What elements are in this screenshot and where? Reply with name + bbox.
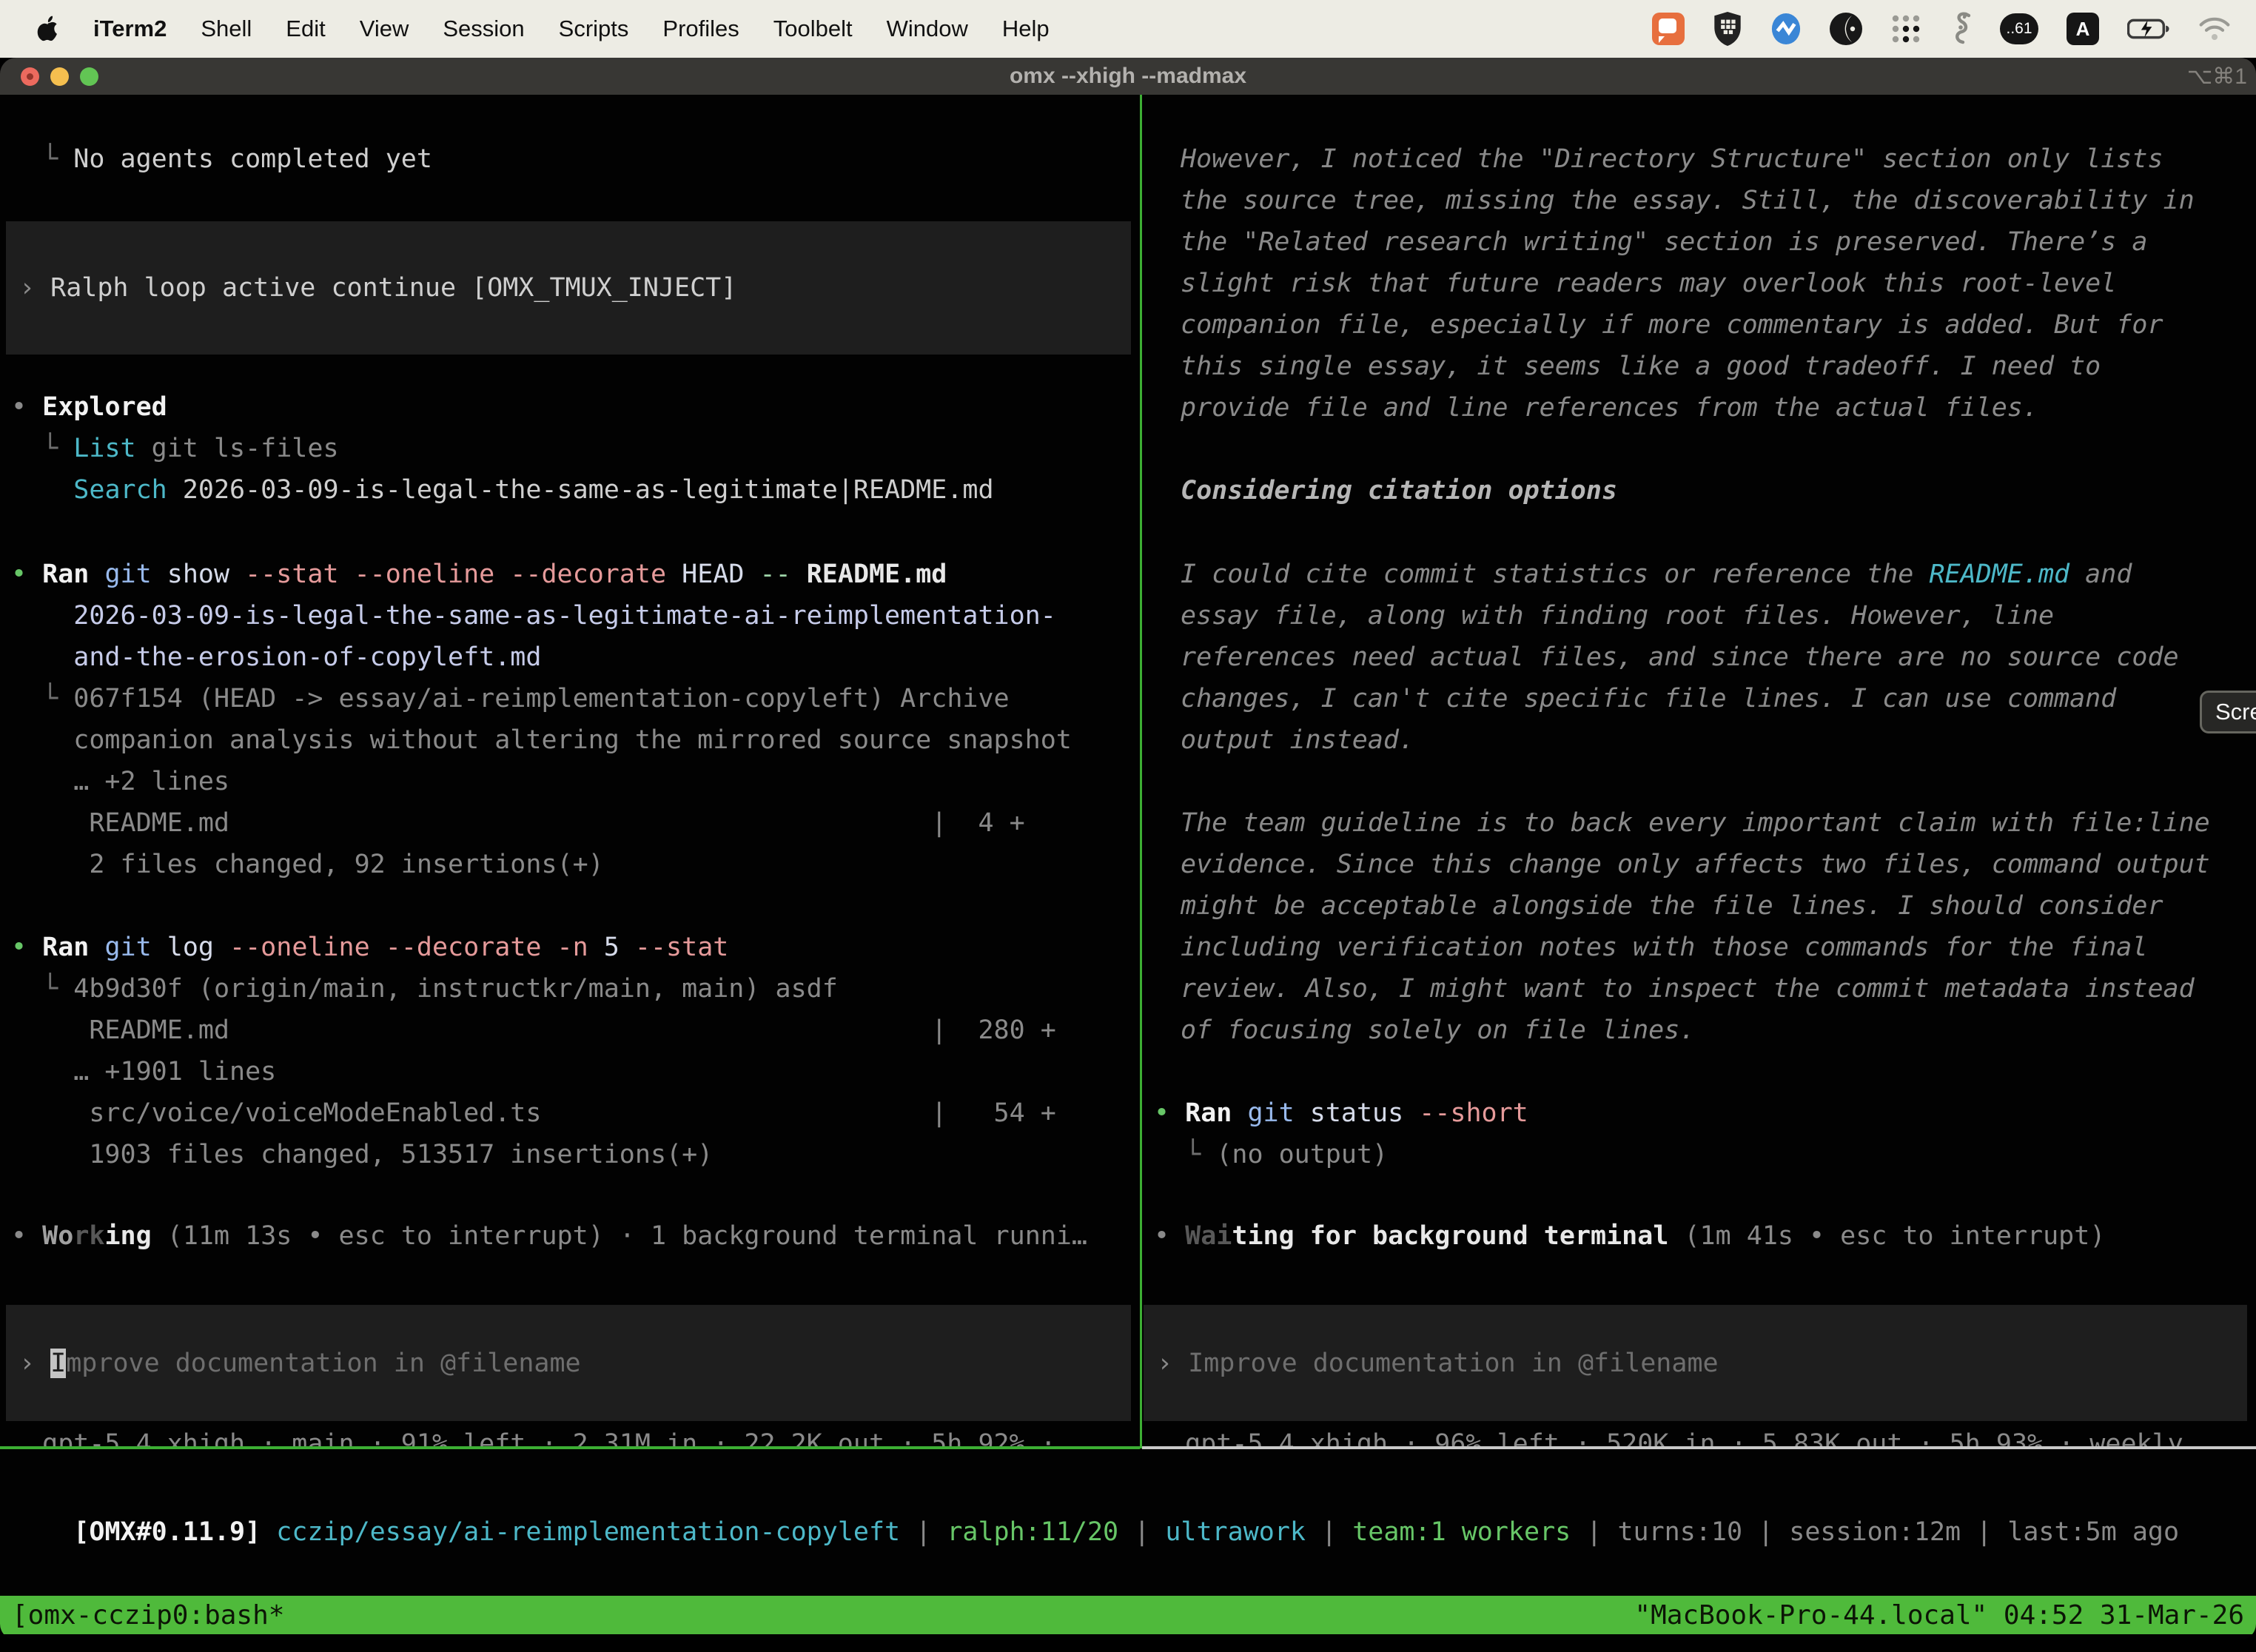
git-status-block: • Ran git status --short └ (no output) — [1154, 1092, 2252, 1175]
omx-turns: turns:10 — [1617, 1517, 1742, 1547]
readme-link[interactable]: README.md — [1929, 560, 2069, 589]
iterm-window: omx --xhigh --madmax ⌥⌘1 └ No agents com… — [0, 58, 2256, 1640]
working-status-line: • Working (11m 13s • esc to interrupt) ·… — [11, 1215, 1135, 1257]
dots-grid-icon[interactable] — [1890, 13, 1921, 44]
menu-item-session[interactable]: Session — [443, 16, 524, 42]
menu-status-icons: ..61 A — [1652, 11, 2256, 47]
git-show-output-3: … +2 lines — [11, 761, 1135, 802]
right-model-status-line: gpt-5.4 xhigh · 96% left · 520K in · 5.8… — [1154, 1423, 2252, 1446]
git-log-stat-2: src/voice/voiceModeEnabled.ts | 54 + — [11, 1092, 1135, 1134]
menu-item-help[interactable]: Help — [1002, 16, 1050, 42]
reasoning-paragraph-2: I could cite commit statistics or refere… — [1181, 554, 2252, 761]
crescent-app-icon[interactable] — [1830, 13, 1862, 45]
left-pane-bottom-border — [0, 1446, 1140, 1449]
explored-search-line: Search 2026-03-09-is-legal-the-same-as-l… — [11, 469, 1135, 511]
git-show-output-2: companion analysis without altering the … — [11, 719, 1135, 761]
reasoning-paragraph-3: The team guideline is to back every impo… — [1181, 802, 2252, 1051]
omx-last: last:5m ago — [2007, 1517, 2179, 1547]
window-title: omx --xhigh --madmax — [0, 58, 2256, 95]
git-log-output-2: … +1901 lines — [11, 1051, 1135, 1092]
git-status-output: └ (no output) — [1154, 1134, 2252, 1175]
git-show-block: • Ran git show --stat --oneline --decora… — [11, 554, 1135, 885]
menu-item-scripts[interactable]: Scripts — [559, 16, 629, 42]
shield-grid-icon[interactable] — [1713, 12, 1742, 46]
menu-item-shell[interactable]: Shell — [201, 16, 252, 42]
git-log-command: • Ran git log --oneline --decorate -n 5 … — [11, 927, 1135, 968]
right-terminal-pane[interactable]: However, I noticed the "Directory Struct… — [1142, 95, 2256, 1446]
menu-item-app[interactable]: iTerm2 — [93, 16, 167, 42]
git-show-command: • Ran git show --stat --oneline --decora… — [11, 554, 1135, 595]
dragon-icon[interactable] — [1950, 11, 1972, 47]
explored-block: • Explored └ List git ls-files Search 20… — [11, 386, 1135, 511]
git-show-filename-2: and-the-erosion-of-copyleft.md — [11, 637, 1135, 678]
agents-status-line: └ No agents completed yet — [11, 138, 1135, 180]
right-pane-bottom-border — [1142, 1446, 2256, 1449]
window-shortcut-label: ⌥⌘1 — [2187, 58, 2247, 95]
window-title-bar[interactable]: omx --xhigh --madmax ⌥⌘1 — [0, 58, 2256, 95]
git-status-command: • Ran git status --short — [1154, 1092, 2252, 1134]
git-show-output-1: └ 067f154 (HEAD -> essay/ai-reimplementa… — [11, 678, 1135, 719]
chat-app-icon[interactable] — [1652, 13, 1685, 45]
wifi-icon[interactable] — [2198, 16, 2231, 41]
menu-item-toolbelt[interactable]: Toolbelt — [773, 16, 853, 42]
omx-ralph-counter: ralph:11/20 — [947, 1517, 1118, 1547]
battery-icon[interactable] — [2127, 18, 2170, 40]
screenshot-overlay-button[interactable]: Scre — [2200, 691, 2256, 733]
apple-icon[interactable] — [37, 16, 59, 42]
sync-badge-icon[interactable] — [1770, 13, 1802, 45]
left-terminal-pane[interactable]: └ No agents completed yet › Ralph loop a… — [0, 95, 1140, 1446]
reasoning-paragraph-1: However, I noticed the "Directory Struct… — [1181, 138, 2252, 429]
timer-badge-icon[interactable]: ..61 — [2000, 13, 2038, 44]
tmux-status-bar: [omx-cczip0:bash* "MacBook-Pro-44.local"… — [0, 1596, 2256, 1634]
pane-divider[interactable] — [1140, 95, 1142, 1448]
git-log-output-1: └ 4b9d30f (origin/main, instructkr/main,… — [11, 968, 1135, 1010]
omx-session: session:12m — [1789, 1517, 1961, 1547]
left-prompt-box[interactable]: › Improve documentation in @filename — [6, 1305, 1131, 1421]
omx-mode: ultrawork — [1165, 1517, 1306, 1547]
right-prompt-input: › Improve documentation in @filename — [1157, 1343, 1719, 1384]
git-log-stat-1: README.md | 280 + — [11, 1010, 1135, 1051]
git-show-stat-2: 2 files changed, 92 insertions(+) — [11, 844, 1135, 885]
input-source-icon[interactable]: A — [2067, 13, 2099, 45]
menu-item-window[interactable]: Window — [887, 16, 968, 42]
git-log-block: • Ran git log --oneline --decorate -n 5 … — [11, 927, 1135, 1175]
omx-team: team:1 workers — [1352, 1517, 1571, 1547]
git-show-stat-1: README.md | 4 + — [11, 802, 1135, 844]
text-cursor: I — [50, 1349, 66, 1378]
omx-status-line: [OMX#0.11.9] cczip/essay/ai-reimplementa… — [11, 1470, 2179, 1594]
menu-item-edit[interactable]: Edit — [286, 16, 325, 42]
menu-item-profiles[interactable]: Profiles — [662, 16, 739, 42]
menu-items: iTerm2 Shell Edit View Session Scripts P… — [0, 16, 1050, 42]
git-log-stat-3: 1903 files changed, 513517 insertions(+) — [11, 1134, 1135, 1175]
tmux-session-label[interactable]: [omx-cczip0:bash* — [12, 1600, 284, 1631]
waiting-status-line: • Waiting for background terminal (1m 41… — [1154, 1215, 2252, 1257]
right-prompt-box[interactable]: › Improve documentation in @filename — [1144, 1305, 2247, 1421]
explored-list-line: └ List git ls-files — [11, 428, 1135, 469]
ralph-loop-banner: › Ralph loop active continue [OMX_TMUX_I… — [6, 221, 1131, 355]
tmux-host-clock: "MacBook-Pro-44.local" 04:52 31-Mar-26 — [1634, 1600, 2244, 1631]
omx-branch-path: cczip/essay/ai-reimplementation-copyleft — [276, 1517, 900, 1547]
git-show-filename-1: 2026-03-09-is-legal-the-same-as-legitima… — [11, 595, 1135, 637]
left-model-status-line: gpt-5.4 xhigh · main · 91% left · 2.31M … — [11, 1423, 1135, 1446]
reasoning-heading: Considering citation options — [1181, 470, 2252, 511]
menu-item-view[interactable]: View — [360, 16, 409, 42]
explored-header: • Explored — [11, 386, 1135, 428]
menu-bar: iTerm2 Shell Edit View Session Scripts P… — [0, 0, 2256, 58]
omx-version: [OMX#0.11.9] — [73, 1517, 276, 1547]
left-prompt-input: › Improve documentation in @filename — [19, 1343, 581, 1384]
